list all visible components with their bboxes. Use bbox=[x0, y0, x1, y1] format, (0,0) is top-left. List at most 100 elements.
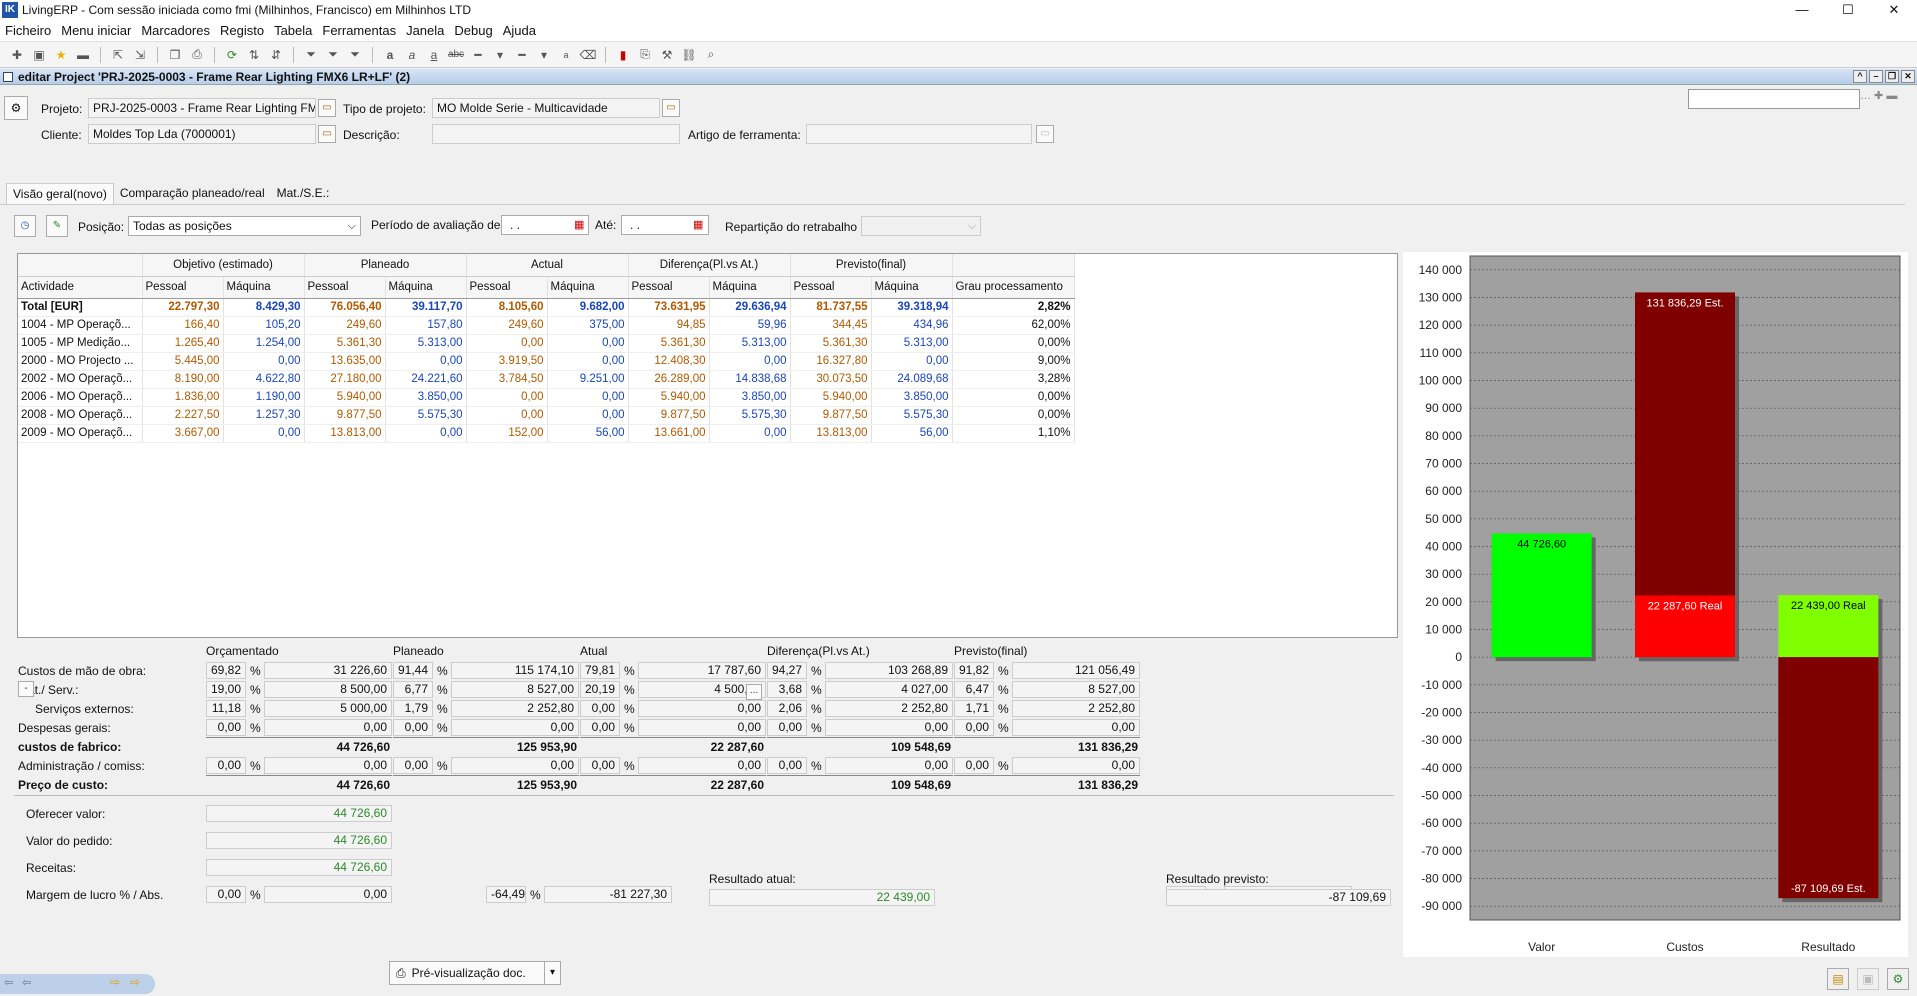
summary-pct-field[interactable]: 3,68 bbox=[767, 681, 807, 698]
tipo-projeto-field[interactable]: MO Molde Serie - Multicavidade bbox=[432, 98, 660, 118]
table-row[interactable]: 2009 - MO Operaçõ... 3.667,00 0,00 13.813,0… bbox=[18, 424, 1075, 443]
artigo-ferramenta-field[interactable] bbox=[806, 124, 1032, 144]
underline-icon[interactable]: a bbox=[425, 46, 443, 64]
preview-dropdown-icon[interactable]: ▾ bbox=[544, 962, 560, 984]
projeto-field[interactable]: PRJ-2025-0003 - Frame Rear Lighting FMX6… bbox=[88, 98, 316, 118]
sort-asc-icon[interactable]: ⇅ bbox=[245, 46, 263, 64]
margem-pct-field[interactable]: -64,49 bbox=[486, 886, 526, 903]
summary-abs-field[interactable]: 0,00 bbox=[638, 757, 766, 774]
resultado-atual-field[interactable]: 22 439,00 bbox=[709, 889, 935, 906]
maximize-button[interactable]: ☐ bbox=[1825, 0, 1871, 20]
table-row[interactable]: 2002 - MO Operaçõ... 8.190,00 4.622,80 27.1… bbox=[18, 370, 1075, 389]
edit-icon[interactable]: ✎ bbox=[46, 215, 68, 237]
summary-pct-field[interactable]: 69,82 bbox=[206, 662, 246, 679]
dropdown-icon[interactable]: ▾ bbox=[491, 46, 509, 64]
column-header[interactable]: Pessoal bbox=[304, 276, 386, 299]
column-header[interactable]: Pessoal bbox=[466, 276, 548, 299]
summary-abs-field[interactable]: 4 027,00 bbox=[825, 681, 953, 698]
tab-visao-geral[interactable]: Visão geral(novo) bbox=[6, 183, 114, 204]
doc-minimize-button[interactable]: – bbox=[1869, 70, 1883, 83]
menu-marcadores[interactable]: Marcadores bbox=[136, 23, 215, 38]
italic-icon[interactable]: a bbox=[403, 46, 421, 64]
margem-abs-field[interactable]: 0,00 bbox=[264, 886, 392, 903]
minimize-button[interactable]: — bbox=[1779, 0, 1825, 20]
more-button[interactable]: ... bbox=[746, 684, 762, 700]
descricao-field[interactable] bbox=[432, 124, 680, 144]
summary-pct-field[interactable]: 0,00 bbox=[954, 719, 994, 736]
clock-icon[interactable]: ◷ bbox=[14, 215, 36, 237]
summary-abs-field[interactable]: 0,00 bbox=[638, 719, 766, 736]
summary-abs-field[interactable]: 8 500,00 bbox=[264, 681, 392, 698]
eraser-icon[interactable]: ⌫ bbox=[579, 46, 597, 64]
bold-icon[interactable]: a bbox=[381, 46, 399, 64]
column-header[interactable]: Pessoal bbox=[142, 276, 224, 299]
cliente-field[interactable]: Moldes Top Lda (7000001) bbox=[88, 124, 316, 144]
mat-serv-toggle[interactable]: - bbox=[18, 681, 34, 697]
refresh-icon[interactable]: ⟳ bbox=[223, 46, 241, 64]
clip-icon[interactable]: ⎘ bbox=[636, 46, 654, 64]
summary-pct-field[interactable]: 0,00 bbox=[954, 757, 994, 774]
summary-abs-field[interactable]: 103 268,89 bbox=[825, 662, 953, 679]
summary-abs-field[interactable]: 0,00 bbox=[1012, 719, 1140, 736]
doc-restore-button[interactable]: ❐ bbox=[1885, 70, 1899, 83]
menu-menu-iniciar[interactable]: Menu iniciar bbox=[56, 23, 136, 38]
dropdown-icon-2[interactable]: ▾ bbox=[535, 46, 553, 64]
nav-next-icon[interactable]: ⇨ bbox=[110, 975, 120, 989]
print-icon[interactable]: ⎙ bbox=[188, 46, 206, 64]
summary-pct-field[interactable]: 1,71 bbox=[954, 700, 994, 717]
summary-pct-field[interactable]: 0,00 bbox=[206, 757, 246, 774]
doc-close-button[interactable]: ✕ bbox=[1901, 70, 1915, 83]
margem-abs-field[interactable]: -81 227,30 bbox=[544, 886, 672, 903]
export-icon[interactable]: ⇱ bbox=[109, 46, 127, 64]
menu-janela[interactable]: Janela bbox=[401, 23, 449, 38]
nav-last-icon[interactable]: ⇨ bbox=[130, 975, 140, 989]
calendar-icon-2[interactable]: ▦ bbox=[693, 218, 703, 231]
clipboard-icon[interactable]: ▤ bbox=[1827, 968, 1849, 990]
summary-abs-field[interactable]: 0,00 bbox=[451, 719, 579, 736]
summary-pct-field[interactable]: 91,82 bbox=[954, 662, 994, 679]
menu-registo[interactable]: Registo bbox=[215, 23, 269, 38]
table-row[interactable]: 2008 - MO Operaçõ... 2.227,50 1.257,30 9.87… bbox=[18, 406, 1075, 425]
menu-ajuda[interactable]: Ajuda bbox=[498, 23, 541, 38]
summary-abs-field[interactable]: 5 000,00 bbox=[264, 700, 392, 717]
column-header[interactable]: Máquina bbox=[871, 276, 953, 299]
summary-abs-field[interactable]: 8 527,00 bbox=[451, 681, 579, 698]
summary-pct-field[interactable]: 0,00 bbox=[580, 700, 620, 717]
total-row[interactable]: Total [EUR] 22.797,30 8.429,30 76.056,40 39.… bbox=[18, 298, 1075, 317]
column-header[interactable]: Actividade bbox=[18, 276, 143, 299]
summary-oferecer-field[interactable]: 44 726,60 bbox=[206, 805, 392, 822]
tools-icon[interactable]: ⚒ bbox=[658, 46, 676, 64]
summary-receitas-field[interactable]: 44 726,60 bbox=[206, 859, 392, 876]
summary-abs-field[interactable]: 2 252,80 bbox=[825, 700, 953, 717]
summary-pct-field[interactable]: 91,44 bbox=[393, 662, 433, 679]
tab-mat-se[interactable]: Mat./S.E.: bbox=[271, 183, 336, 204]
summary-abs-field[interactable]: 0,00 bbox=[264, 757, 392, 774]
summary-abs-field[interactable]: 0,00 bbox=[638, 700, 766, 717]
summary-abs-field[interactable]: 115 174,10 bbox=[451, 662, 579, 679]
column-header[interactable]: Grau processamento bbox=[952, 276, 1075, 299]
sort-desc-icon[interactable]: ⇵ bbox=[267, 46, 285, 64]
summary-pct-field[interactable]: 20,19 bbox=[580, 681, 620, 698]
minus-icon[interactable]: ▬ bbox=[74, 46, 92, 64]
filter-add-icon[interactable]: ⏷ bbox=[324, 46, 342, 64]
summary-abs-field[interactable]: 17 787,60 bbox=[638, 662, 766, 679]
nav-first-icon[interactable]: ⇦ bbox=[4, 976, 13, 989]
close-button[interactable]: ✕ bbox=[1871, 0, 1917, 20]
summary-pct-field[interactable]: 6,47 bbox=[954, 681, 994, 698]
menu-debug[interactable]: Debug bbox=[449, 23, 497, 38]
save-icon[interactable]: ▣ bbox=[30, 46, 48, 64]
summary-pct-field[interactable]: 0,00 bbox=[580, 757, 620, 774]
column-header[interactable]: Máquina bbox=[385, 276, 467, 299]
summary-pct-field[interactable]: 0,00 bbox=[393, 757, 433, 774]
summary-pct-field[interactable]: 11,18 bbox=[206, 700, 246, 717]
line-icon[interactable]: ━ bbox=[469, 46, 487, 64]
font-size-icon[interactable]: a bbox=[557, 46, 575, 64]
margem-pct-field[interactable]: 0,00 bbox=[206, 886, 246, 903]
column-header[interactable]: Pessoal bbox=[628, 276, 710, 299]
summary-pct-field[interactable]: 79,81 bbox=[580, 662, 620, 679]
summary-pct-field[interactable]: 2,06 bbox=[767, 700, 807, 717]
link-icon[interactable]: ⛓ bbox=[680, 46, 698, 64]
import-icon[interactable]: ⇲ bbox=[131, 46, 149, 64]
artigo-open-icon[interactable]: ▭ bbox=[1036, 125, 1054, 143]
summary-pedido-field[interactable]: 44 726,60 bbox=[206, 832, 392, 849]
